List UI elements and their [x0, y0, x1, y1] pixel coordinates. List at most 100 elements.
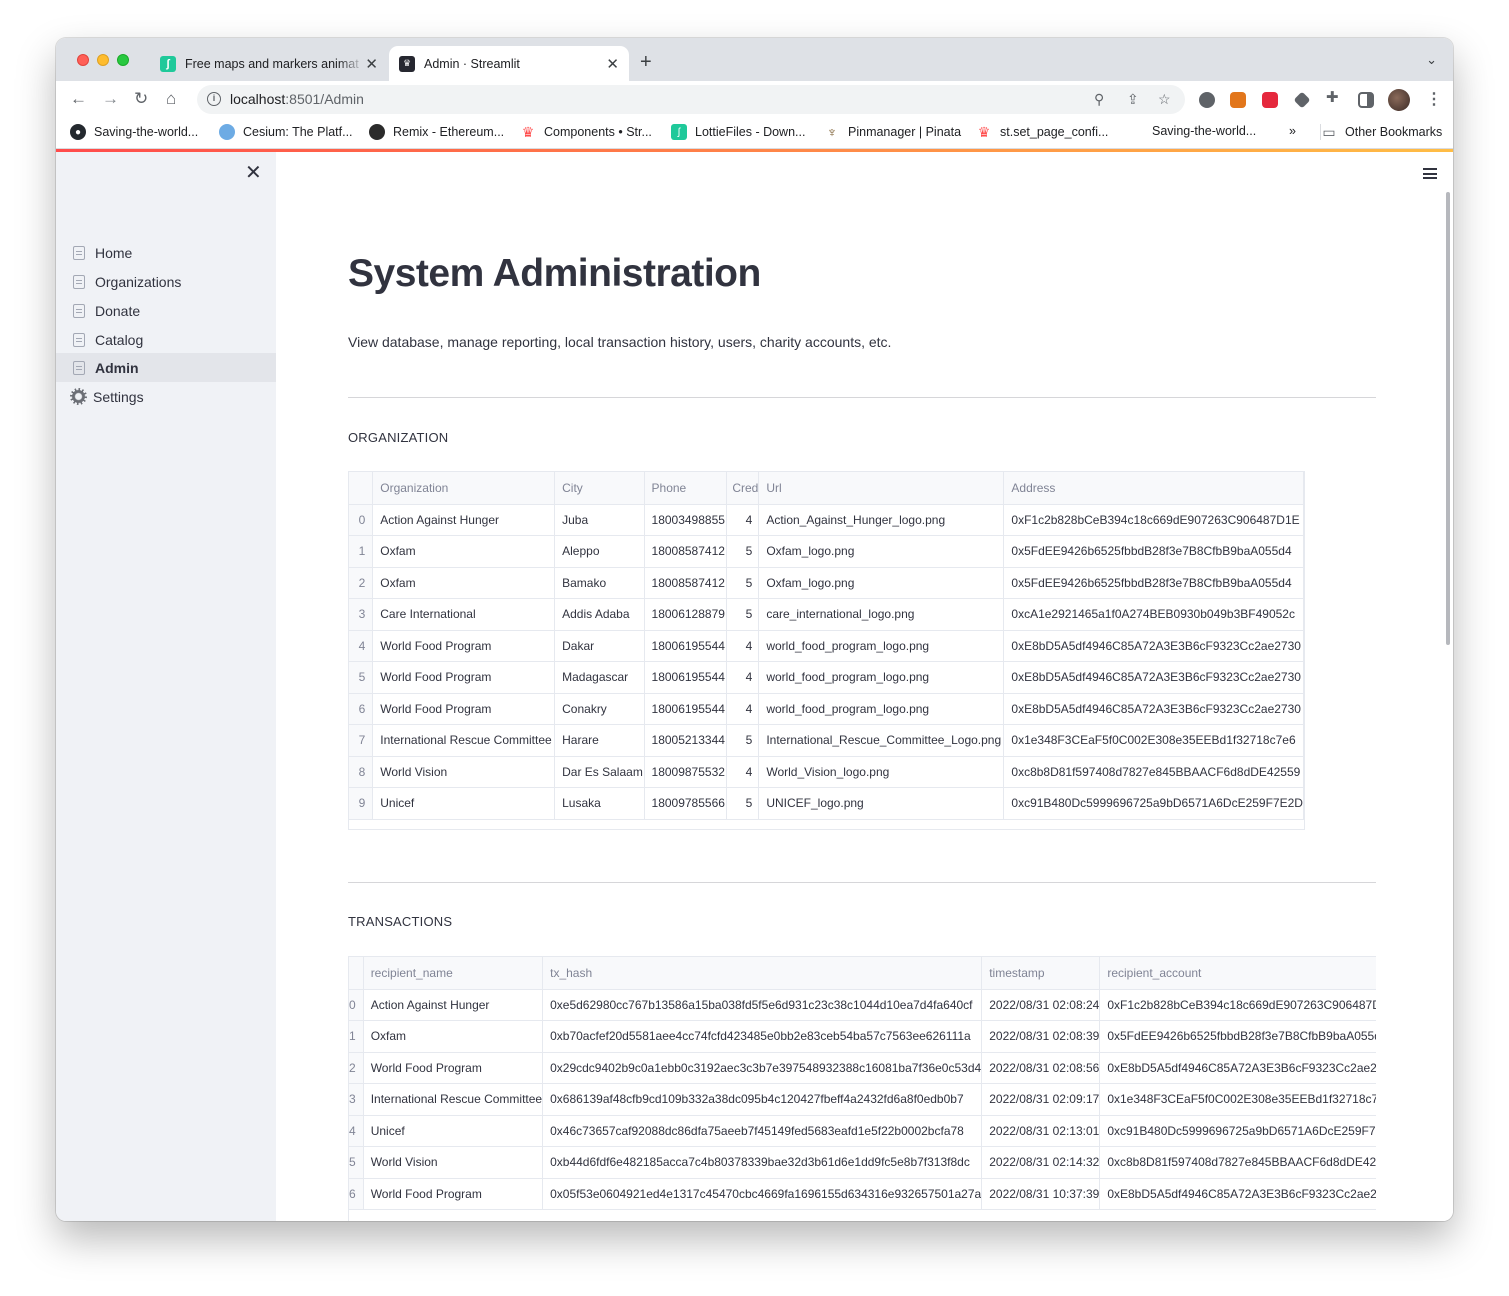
- bookmark-item[interactable]: ● Saving-the-world...: [70, 124, 198, 140]
- table-cell[interactable]: Addis Adaba: [554, 598, 645, 631]
- table-cell[interactable]: 2022/08/31 10:37:39: [981, 1178, 1101, 1210]
- table-cell[interactable]: 18006195544: [644, 661, 728, 694]
- home-icon[interactable]: ⌂: [166, 89, 176, 109]
- table-cell[interactable]: 5: [726, 535, 760, 568]
- table-row[interactable]: 3 Care International Addis Adaba 1800612887…: [349, 598, 1304, 631]
- profile-avatar[interactable]: [1388, 89, 1410, 111]
- table-cell[interactable]: 0xcA1e2921465a1f0A274BEB0930b049b3BF4905…: [1003, 598, 1304, 631]
- table-cell[interactable]: 0xF1c2b828bCeB394c18c669dE907263C906487D…: [1003, 504, 1304, 536]
- table-cell[interactable]: Unicef: [372, 787, 556, 820]
- table-cell[interactable]: 18008587412: [644, 535, 728, 568]
- table-cell[interactable]: International Rescue Committee: [363, 1083, 544, 1116]
- table-cell[interactable]: 0x5FdEE9426b6525fbbdB28f3e7B8CfbB9baA055…: [1003, 535, 1304, 568]
- table-cell[interactable]: 0x05f53e0604921ed4e1317c45470cbc4669fa16…: [542, 1178, 983, 1210]
- table-cell[interactable]: 0xE8bD5A5df4946C85A72A3E3B6cF9323Cc2ae27…: [1099, 1052, 1376, 1084]
- extensions-puzzle-icon[interactable]: ✚: [1326, 88, 1339, 106]
- table-cell[interactable]: 2022/08/31 02:13:01: [981, 1115, 1101, 1147]
- table-cell[interactable]: World Food Program: [363, 1178, 544, 1210]
- table-cell[interactable]: 18005213344: [644, 724, 728, 757]
- table-cell[interactable]: World Food Program: [363, 1052, 544, 1084]
- table-cell[interactable]: International Rescue Committee: [372, 724, 556, 757]
- metamask-icon[interactable]: [1230, 92, 1246, 108]
- table-cell[interactable]: 18003498855: [644, 504, 728, 536]
- sidebar-item-settings[interactable]: Settings: [56, 382, 276, 411]
- sidebar-item-organizations[interactable]: Organizations: [56, 267, 276, 296]
- table-cell[interactable]: 4: [726, 756, 760, 788]
- table-cell[interactable]: Lusaka: [554, 787, 645, 820]
- table-cell[interactable]: Action Against Hunger: [372, 504, 556, 536]
- bookmark-item[interactable]: Cesium: The Platf...: [219, 124, 353, 140]
- table-cell[interactable]: 0xc91B480Dc5999696725a9bD6571A6DcE259F7E…: [1003, 787, 1304, 820]
- column-header[interactable]: recipient_name: [363, 957, 544, 990]
- browser-menu-icon[interactable]: ⋮: [1426, 89, 1442, 109]
- table-cell[interactable]: World Vision: [363, 1146, 544, 1179]
- reload-icon[interactable]: ↻: [134, 89, 148, 109]
- zoom-icon[interactable]: ⚲: [1094, 91, 1104, 108]
- table-cell[interactable]: 4: [726, 661, 760, 694]
- extension-cube-icon[interactable]: [1293, 91, 1311, 109]
- close-tab-icon[interactable]: ✕: [365, 55, 378, 73]
- table-cell[interactable]: 4: [726, 693, 760, 725]
- column-header[interactable]: Address: [1003, 472, 1304, 505]
- sidebar-item-donate[interactable]: Donate: [56, 296, 276, 325]
- table-row[interactable]: 0 Action Against Hunger Juba 18003498855 4 Ac…: [349, 504, 1304, 536]
- table-cell[interactable]: 5: [726, 567, 760, 599]
- column-header[interactable]: tx_hash: [542, 957, 983, 990]
- table-cell[interactable]: World Vision: [372, 756, 556, 788]
- table-cell[interactable]: Dar Es Salaam: [554, 756, 645, 788]
- table-cell[interactable]: World Food Program: [372, 693, 556, 725]
- table-cell[interactable]: 4: [726, 504, 760, 536]
- table-row[interactable]: 2 Oxfam Bamako 18008587412 5 Oxfam_logo.png 0x…: [349, 567, 1304, 599]
- address-bar[interactable]: i localhost:8501/Admin ⚲ ⇪ ☆: [197, 85, 1185, 114]
- table-row[interactable]: 1 Oxfam 0xb70acfef20d5581aee4cc74fcfd42348…: [349, 1020, 1376, 1053]
- table-cell[interactable]: 18008587412: [644, 567, 728, 599]
- table-cell[interactable]: 0x5FdEE9426b6525fbbdB28f3e7B8CfbB9baA055…: [1099, 1020, 1376, 1053]
- table-cell[interactable]: International_Rescue_Committee_Logo.png: [758, 724, 1005, 757]
- close-sidebar-icon[interactable]: ✕: [245, 160, 262, 185]
- column-header[interactable]: Cred: [726, 472, 760, 505]
- table-cell[interactable]: 0xF1c2b828bCeB394c18c669dE907263C906487D…: [1099, 989, 1376, 1021]
- table-cell[interactable]: world_food_program_logo.png: [758, 630, 1005, 662]
- minimize-window-button[interactable]: [97, 54, 109, 66]
- table-cell[interactable]: Oxfam: [372, 567, 556, 599]
- table-row[interactable]: 6 World Food Program 0x05f53e0604921ed4e13…: [349, 1178, 1376, 1210]
- table-cell[interactable]: 0xb70acfef20d5581aee4cc74fcfd423485e0bb2…: [542, 1020, 983, 1053]
- table-cell[interactable]: World_Vision_logo.png: [758, 756, 1005, 788]
- column-header[interactable]: Phone: [644, 472, 728, 505]
- table-cell[interactable]: Oxfam_logo.png: [758, 535, 1005, 568]
- column-header[interactable]: City: [554, 472, 645, 505]
- table-cell[interactable]: 0xE8bD5A5df4946C85A72A3E3B6cF9323Cc2ae27…: [1003, 693, 1304, 725]
- table-cell[interactable]: 18006195544: [644, 693, 728, 725]
- bookmark-item[interactable]: Saving-the-world...: [1152, 124, 1256, 138]
- table-cell[interactable]: 0xE8bD5A5df4946C85A72A3E3B6cF9323Cc2ae27…: [1003, 661, 1304, 694]
- column-header[interactable]: Organization: [372, 472, 556, 505]
- table-cell[interactable]: 0xc8b8D81f597408d7827e845BBAACF6d8dDE425…: [1099, 1146, 1376, 1179]
- table-cell[interactable]: world_food_program_logo.png: [758, 693, 1005, 725]
- table-row[interactable]: 1 Oxfam Aleppo 18008587412 5 Oxfam_logo.png 0x…: [349, 535, 1304, 568]
- bookmark-star-icon[interactable]: ☆: [1158, 91, 1171, 108]
- table-row[interactable]: 9 Unicef Lusaka 18009785566 5 UNICEF_logo.png…: [349, 787, 1304, 820]
- table-row[interactable]: 3 International Rescue Committee 0x686139a…: [349, 1083, 1376, 1116]
- table-cell[interactable]: 0x1e348F3CEaF5f0C002E308e35EEBd1f32718c7…: [1099, 1083, 1376, 1116]
- table-cell[interactable]: Juba: [554, 504, 645, 536]
- table-row[interactable]: 5 World Food Program Madagascar 18006195544…: [349, 661, 1304, 694]
- back-arrow-icon[interactable]: ←: [70, 89, 87, 109]
- side-panel-icon[interactable]: [1358, 92, 1374, 108]
- table-cell[interactable]: 18009785566: [644, 787, 728, 820]
- bookmark-item[interactable]: ♆ Pinmanager | Pinata: [824, 124, 961, 140]
- table-cell[interactable]: Action_Against_Hunger_logo.png: [758, 504, 1005, 536]
- table-row[interactable]: 7 International Rescue Committee Harare 180…: [349, 724, 1304, 757]
- bookmark-item[interactable]: Remix - Ethereum...: [369, 124, 504, 140]
- tab-search-chevron-icon[interactable]: ⌄: [1426, 52, 1437, 68]
- table-cell[interactable]: 2022/08/31 02:08:56: [981, 1052, 1101, 1084]
- column-header[interactable]: Url: [758, 472, 1005, 505]
- tab-admin-streamlit[interactable]: ♛ Admin · Streamlit ✕: [389, 46, 629, 81]
- table-cell[interactable]: 5: [726, 724, 760, 757]
- table-cell[interactable]: 18006128879: [644, 598, 728, 631]
- table-row[interactable]: 4 Unicef 0x46c73657caf92088dc86dfa75aeeb7f…: [349, 1115, 1376, 1147]
- column-header[interactable]: timestamp: [981, 957, 1101, 990]
- table-cell[interactable]: care_international_logo.png: [758, 598, 1005, 631]
- scrollbar[interactable]: [1446, 192, 1450, 645]
- table-cell[interactable]: Conakry: [554, 693, 645, 725]
- new-tab-button[interactable]: +: [640, 51, 652, 74]
